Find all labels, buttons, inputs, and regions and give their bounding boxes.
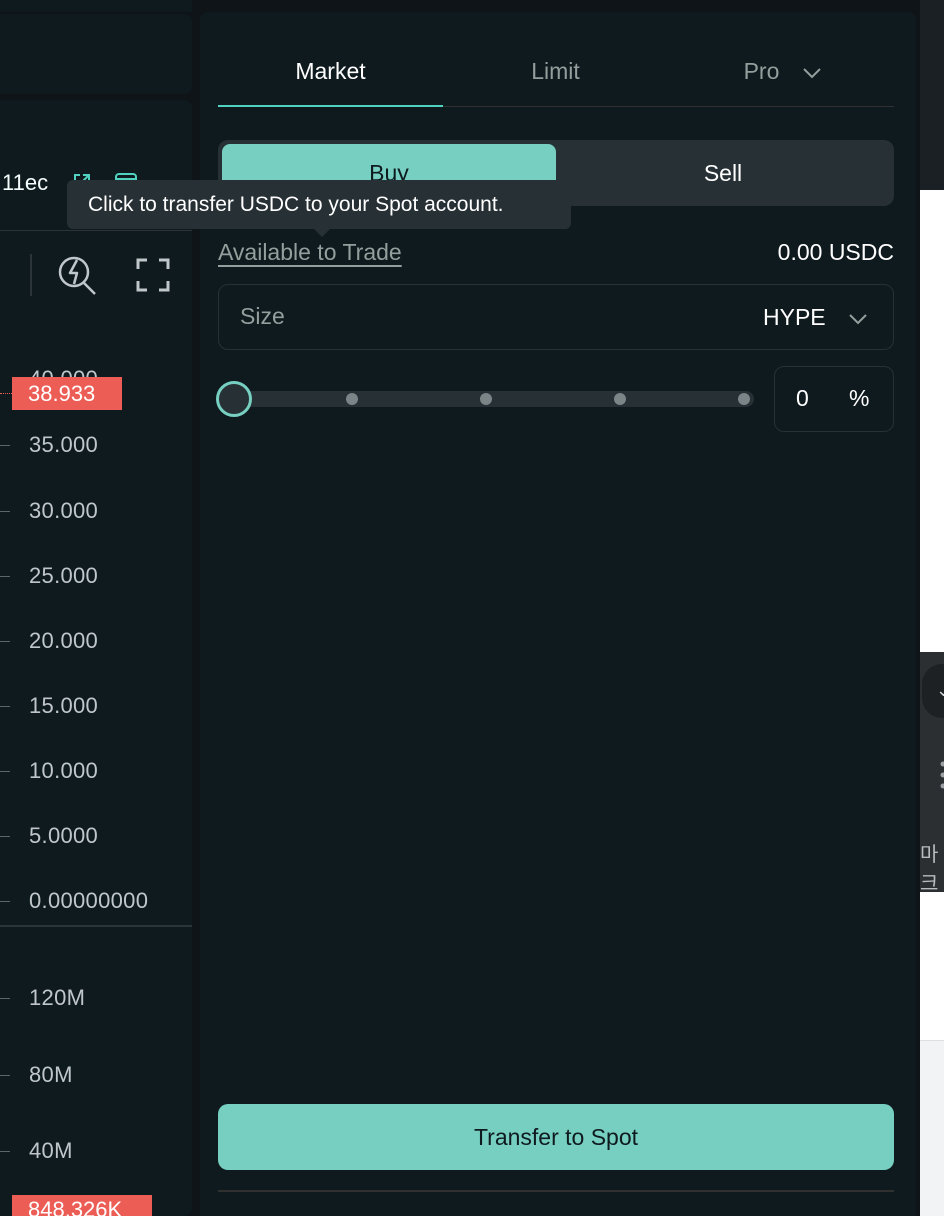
bottom-divider [218,1190,894,1192]
percent-input[interactable] [774,366,894,432]
tooltip-arrow [313,228,331,237]
drag-handle-icon [940,760,944,790]
chart-toolbar-divider [0,230,192,231]
axis-tick [0,998,10,999]
fullscreen-icon[interactable] [136,258,170,292]
chevron-down-icon: ⌄ [936,680,944,700]
axis-tick [0,445,10,446]
price-axis-label: 20.000 [29,628,99,653]
chart-header-card [0,14,192,94]
current-price-badge: 38.933 [12,377,122,410]
slider-step-100[interactable] [738,393,750,405]
percent-value: 0 [796,385,809,411]
axis-tick [0,901,10,902]
size-slider[interactable] [232,391,754,407]
price-axis-label: 25.000 [29,563,99,588]
slider-step-50[interactable] [480,393,492,405]
volume-pane-separator[interactable] [0,925,192,927]
axis-tick [0,771,10,772]
tooltip: Click to transfer USDC to your Spot acco… [67,180,571,229]
axis-tick [0,511,10,512]
axis-tick [0,836,10,837]
slider-step-25[interactable] [346,393,358,405]
indicator-search-icon[interactable] [56,252,98,296]
axis-tick [0,1075,10,1076]
slider-step-75[interactable] [614,393,626,405]
tab-pro[interactable]: Pro [668,58,893,85]
axis-tick [0,576,10,577]
chevron-down-icon [802,66,822,79]
toolbar-separator [30,254,32,296]
adjacent-window-light [920,190,944,652]
available-to-trade-value: 0.00 USDC [777,239,894,265]
axis-tick [0,641,10,642]
available-to-trade-label[interactable]: Available to Trade [218,239,402,266]
volume-axis-label: 40M [29,1138,73,1163]
transfer-to-spot-button[interactable]: Transfer to Spot [218,1104,894,1170]
wallet-address-suffix[interactable]: 11ec [2,170,48,196]
current-price-line [0,393,12,394]
size-unit-select[interactable]: HYPE [763,304,826,331]
percent-sign: % [849,385,870,411]
sell-button[interactable]: Sell [556,144,890,202]
tab-limit[interactable]: Limit [443,58,668,85]
price-axis-label: 30.000 [29,498,99,523]
tab-active-indicator [218,105,443,107]
adjacent-window-top [920,0,944,190]
chevron-down-icon[interactable] [848,312,868,325]
adjacent-window-light-2 [920,892,944,1040]
tab-market[interactable]: Market [218,58,443,85]
adjacent-window-light-3 [920,1040,944,1216]
size-label: Size [240,303,285,329]
current-volume-badge: 848.326K [12,1195,152,1216]
axis-tick [0,1151,10,1152]
volume-axis-label: 80M [29,1062,73,1087]
app-root: 11ec 40.000 35.000 30.000 25.000 20.000 … [0,0,944,1216]
price-axis-label: 15.000 [29,693,99,718]
axis-tick [0,706,10,707]
volume-axis-label: 120M [29,985,86,1010]
price-axis-label: 5.0000 [29,823,99,848]
left-top-strip [0,0,192,12]
slider-thumb[interactable] [216,381,252,417]
adjacent-window-text: 마크 [920,844,939,895]
price-axis-label: 10.000 [29,758,99,783]
price-axis-label: 0.00000000 [29,888,149,913]
tab-pro-label: Pro [743,58,780,84]
price-axis-label: 35.000 [29,432,99,457]
